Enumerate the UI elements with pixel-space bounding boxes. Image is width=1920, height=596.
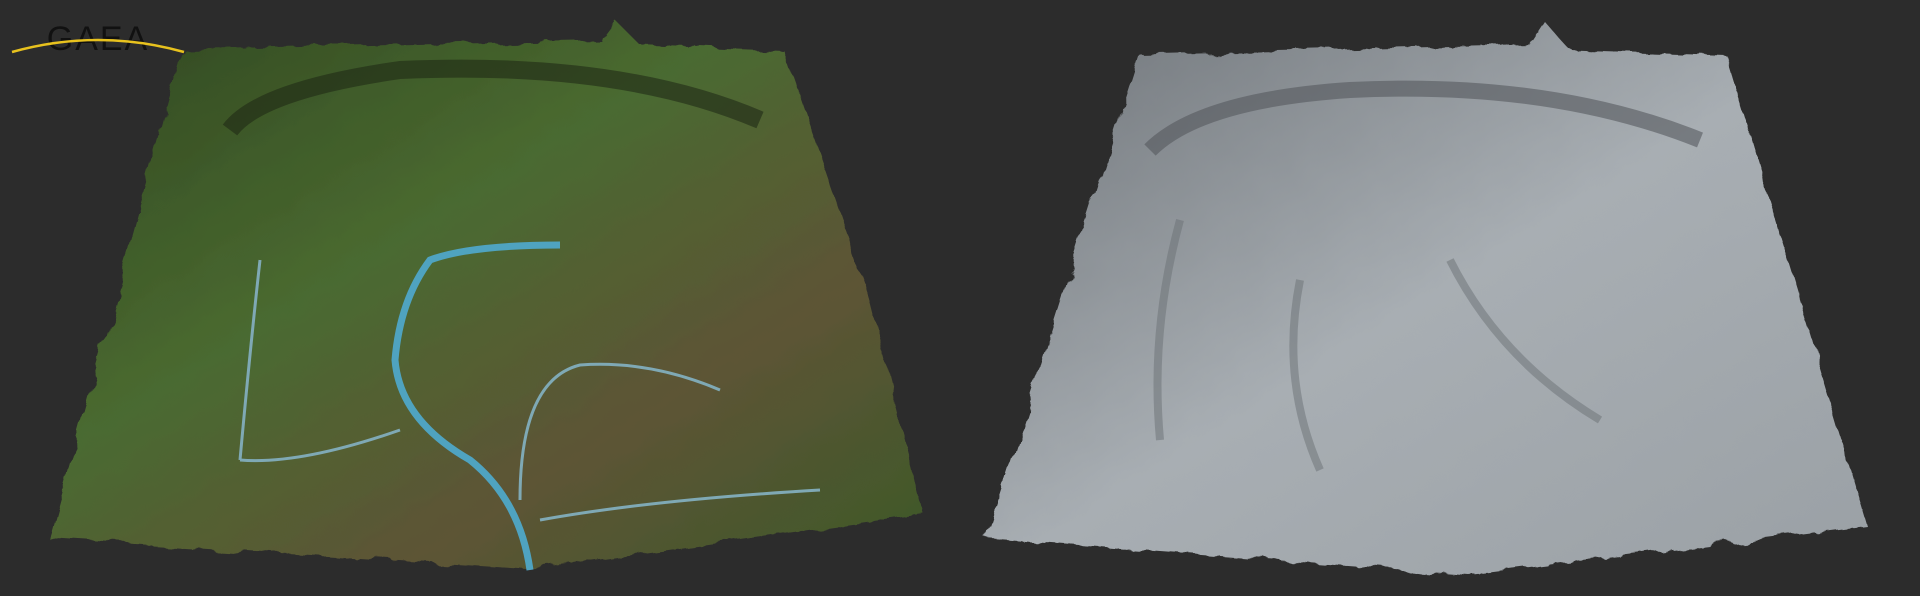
terrain-renders <box>49 20 1867 575</box>
clay-terrain <box>986 22 1867 575</box>
textured-terrain <box>49 20 924 571</box>
